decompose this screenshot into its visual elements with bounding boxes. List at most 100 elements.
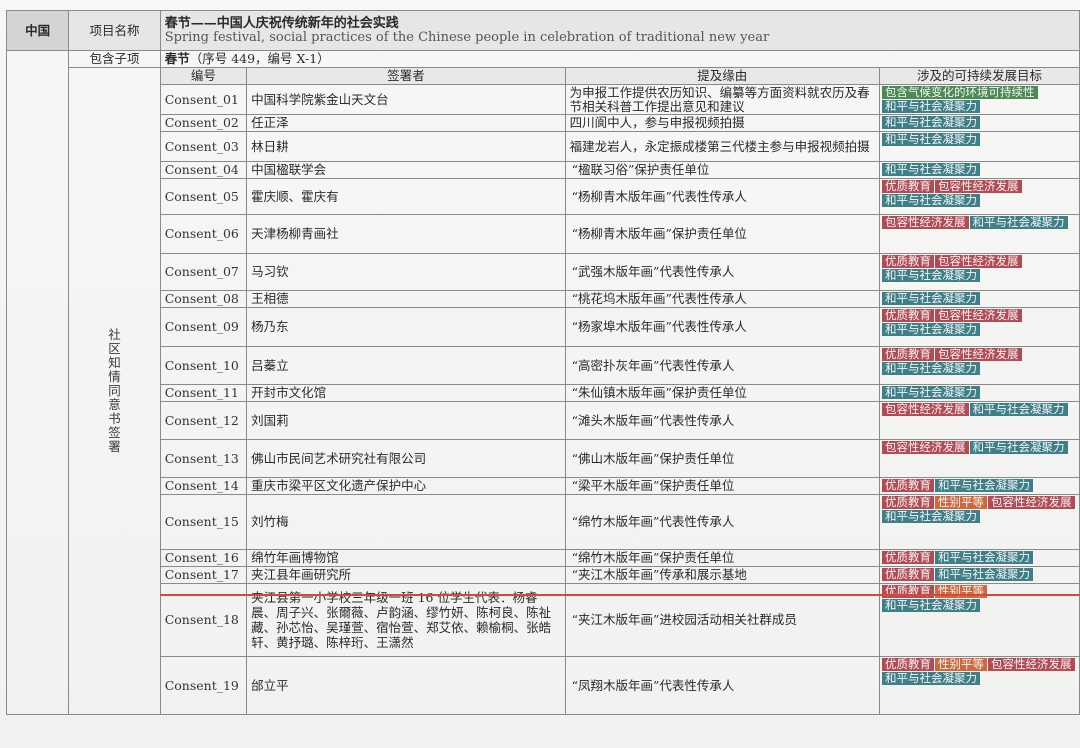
goal-tag: 优质教育 xyxy=(882,585,935,598)
table-row: Consent_11 开封市文化馆 “朱仙镇木版年画”保护责任单位 和平与社会凝聚力 xyxy=(7,384,1080,402)
consent-id: Consent_07 xyxy=(159,253,248,291)
goal-tag: 包容性经济发展 xyxy=(882,403,969,416)
side-label-char: 区 xyxy=(108,341,121,356)
table-row: Consent_05 霍庆顺、霍庆有 “杨柳青木版年画”代表性传承人 优质教育 包容性经… xyxy=(7,178,1080,215)
consent-id: Consent_10 xyxy=(159,346,248,385)
project-label: 项目名称 xyxy=(68,10,161,51)
signer: 中国楹联学会 xyxy=(246,161,566,179)
side-label-char: 社 xyxy=(108,327,121,342)
consent-id: Consent_19 xyxy=(159,656,248,715)
country-cell: 中国 xyxy=(5,10,70,51)
table-row: Consent_19 邰立平 “凤翔木版年画”代表性传承人 优质教育 性别平等 包容性经济… xyxy=(7,656,1080,715)
goals-cell: 和平与社会凝聚力 xyxy=(879,161,1080,179)
goal-tag: 优质教育 xyxy=(882,348,935,361)
consent-id: Consent_15 xyxy=(159,494,248,550)
signer: 重庆市梁平区文化遗产保护中心 xyxy=(246,477,566,495)
consent-id: Consent_01 xyxy=(159,84,248,115)
consent-id: Consent_02 xyxy=(159,114,248,132)
goal-tag: 包容性经济发展 xyxy=(882,216,969,229)
reason: “佛山木版年画”保护责任单位 xyxy=(564,439,881,478)
consent-id: Consent_03 xyxy=(159,131,248,162)
table-row: Consent_06 天津杨柳青画社 “杨柳青木版年画”保护责任单位 包容性经济发展和… xyxy=(7,214,1080,254)
col-header-id: 编号 xyxy=(159,67,248,85)
table-row: Consent_07 马习钦 “武强木版年画”代表性传承人 优质教育 包容性经济发展和平… xyxy=(7,253,1080,291)
sub-title-paren: （序号 449，编号 X-1） xyxy=(189,51,330,66)
goal-tag: 和平与社会凝聚力 xyxy=(969,216,1068,229)
consent-id: Consent_11 xyxy=(159,384,248,402)
signer: 邰立平 xyxy=(246,656,566,715)
reason: “梁平木版年画”保护责任单位 xyxy=(564,477,881,495)
table-row: Consent_10 吕蓁立 “高密扑灰年画”代表性传承人 优质教育 包容性经济发展和平… xyxy=(7,346,1080,385)
goal-tag: 优质教育 xyxy=(882,180,935,193)
goal-tag: 优质教育 xyxy=(882,255,935,268)
table-row: Consent_08 王相德 “桃花坞木版年画”代表性传承人 和平与社会凝聚力 xyxy=(7,290,1080,308)
reason: “滩头木版年画”代表性传承人 xyxy=(564,401,881,440)
col-header-reason: 提及缘由 xyxy=(564,67,881,85)
table-row: Consent_03 林日耕 福建龙岩人，永定振成楼第三代楼主参与申报视频拍摄 和平与… xyxy=(7,131,1080,162)
side-label-char: 意 xyxy=(108,397,121,412)
table-row: Consent_15 刘竹梅 “绵竹木版年画”代表性传承人 优质教育 性别平等 包容性经济… xyxy=(7,494,1080,550)
goal-tag: 和平与社会凝聚力 xyxy=(935,568,1034,581)
goals-cell: 优质教育 包容性经济发展和平与社会凝聚力 xyxy=(879,178,1080,215)
table-row: Consent_13 佛山市民间艺术研究社有限公司 “佛山木版年画”保护责任单位 包容… xyxy=(7,439,1080,478)
reason: “夹江木版年画”传承和展示基地 xyxy=(564,566,881,584)
goals-cell: 优质教育 和平与社会凝聚力 xyxy=(879,566,1080,584)
reason: “楹联习俗”保护责任单位 xyxy=(564,161,881,179)
goal-tag: 和平与社会凝聚力 xyxy=(882,100,981,113)
goals-cell: 优质教育 包容性经济发展和平与社会凝聚力 xyxy=(879,253,1080,291)
sub-title: 春节 xyxy=(164,51,190,66)
signer: 夹江县年画研究所 xyxy=(246,566,566,584)
signer: 刘国莉 xyxy=(246,401,566,440)
side-label: 社区知情同意书签署 xyxy=(73,328,155,454)
goal-tag: 性别平等 xyxy=(935,658,988,671)
signer: 马习钦 xyxy=(246,253,566,291)
consent-id: Consent_09 xyxy=(159,307,248,347)
goal-tag: 和平与社会凝聚力 xyxy=(882,269,981,282)
goal-tag: 和平与社会凝聚力 xyxy=(882,599,981,612)
project-title-cell: 春节——中国人庆祝传统新年的社会实践 Spring festival, soci… xyxy=(159,10,1080,51)
side-label-char: 知 xyxy=(108,355,121,370)
goal-tag: 优质教育 xyxy=(882,479,935,492)
signer: 王相德 xyxy=(246,290,566,308)
table-row: Consent_09 杨乃东 “杨家埠木版年画”代表性传承人 优质教育 包容性经济发展和… xyxy=(7,307,1080,347)
goal-tag: 和平与社会凝聚力 xyxy=(969,441,1068,454)
goal-tag: 和平与社会凝聚力 xyxy=(969,403,1068,416)
table-row: Consent_17 夹江县年画研究所 “夹江木版年画”传承和展示基地 优质教育 和平与… xyxy=(7,566,1080,584)
goal-tag: 包含气候变化的环境可持续性 xyxy=(882,86,1038,99)
goal-tag: 和平与社会凝聚力 xyxy=(935,479,1034,492)
goal-tag: 包容性经济发展 xyxy=(882,441,969,454)
goal-tag: 包容性经济发展 xyxy=(935,255,1022,268)
goal-tag: 和平与社会凝聚力 xyxy=(882,133,981,146)
goal-tag: 包容性经济发展 xyxy=(935,180,1022,193)
consent-id: Consent_16 xyxy=(159,549,248,567)
goals-cell: 包容性经济发展 和平与社会凝聚力 xyxy=(879,401,1080,440)
goals-cell: 优质教育 性别平等 包容性经济发展和平与社会凝聚力 xyxy=(879,494,1080,550)
goal-tag: 和平与社会凝聚力 xyxy=(882,510,981,523)
consent-table: 中国 项目名称 春节——中国人庆祝传统新年的社会实践 Spring festiv… xyxy=(5,10,1080,715)
reason: “凤翔木版年画”代表性传承人 xyxy=(564,656,881,715)
goals-cell: 优质教育 和平与社会凝聚力 xyxy=(879,549,1080,567)
signer: 林日耕 xyxy=(246,131,566,162)
col-header-signer: 签署者 xyxy=(246,67,566,85)
left-blank-cell xyxy=(5,50,70,715)
goal-tag: 和平与社会凝聚力 xyxy=(882,386,981,399)
reason: “杨柳青木版年画”代表性传承人 xyxy=(564,178,881,215)
consent-id: Consent_05 xyxy=(159,178,248,215)
sub-label: 包含子项 xyxy=(68,50,161,68)
goals-cell: 和平与社会凝聚力 xyxy=(879,290,1080,308)
signer: 任正泽 xyxy=(246,114,566,132)
goal-tag: 和平与社会凝聚力 xyxy=(882,672,981,685)
goals-cell: 优质教育 包容性经济发展和平与社会凝聚力 xyxy=(879,307,1080,347)
document-page: 中国 项目名称 春节——中国人庆祝传统新年的社会实践 Spring festiv… xyxy=(0,0,1080,748)
side-label-char: 情 xyxy=(108,369,121,384)
table-row: Consent_04 中国楹联学会 “楹联习俗”保护责任单位 和平与社会凝聚力 xyxy=(7,161,1080,179)
table-row: Consent_01 中国科学院紫金山天文台 为申报工作提供农历知识、编纂等方面资料… xyxy=(7,84,1080,115)
consent-id: Consent_17 xyxy=(159,566,248,584)
red-annotation-line xyxy=(160,594,1080,596)
goals-cell: 优质教育 性别平等 包容性经济发展和平与社会凝聚力 xyxy=(879,656,1080,715)
reason: 为申报工作提供农历知识、编纂等方面资料就农历及春节相关科普工作提出意见和建议 xyxy=(564,84,881,115)
table-row: Consent_12 刘国莉 “滩头木版年画”代表性传承人 包容性经济发展 和平与社会凝… xyxy=(7,401,1080,440)
side-label-char: 同 xyxy=(108,383,121,398)
consent-id: Consent_08 xyxy=(159,290,248,308)
reason: “杨家埠木版年画”代表性传承人 xyxy=(564,307,881,347)
